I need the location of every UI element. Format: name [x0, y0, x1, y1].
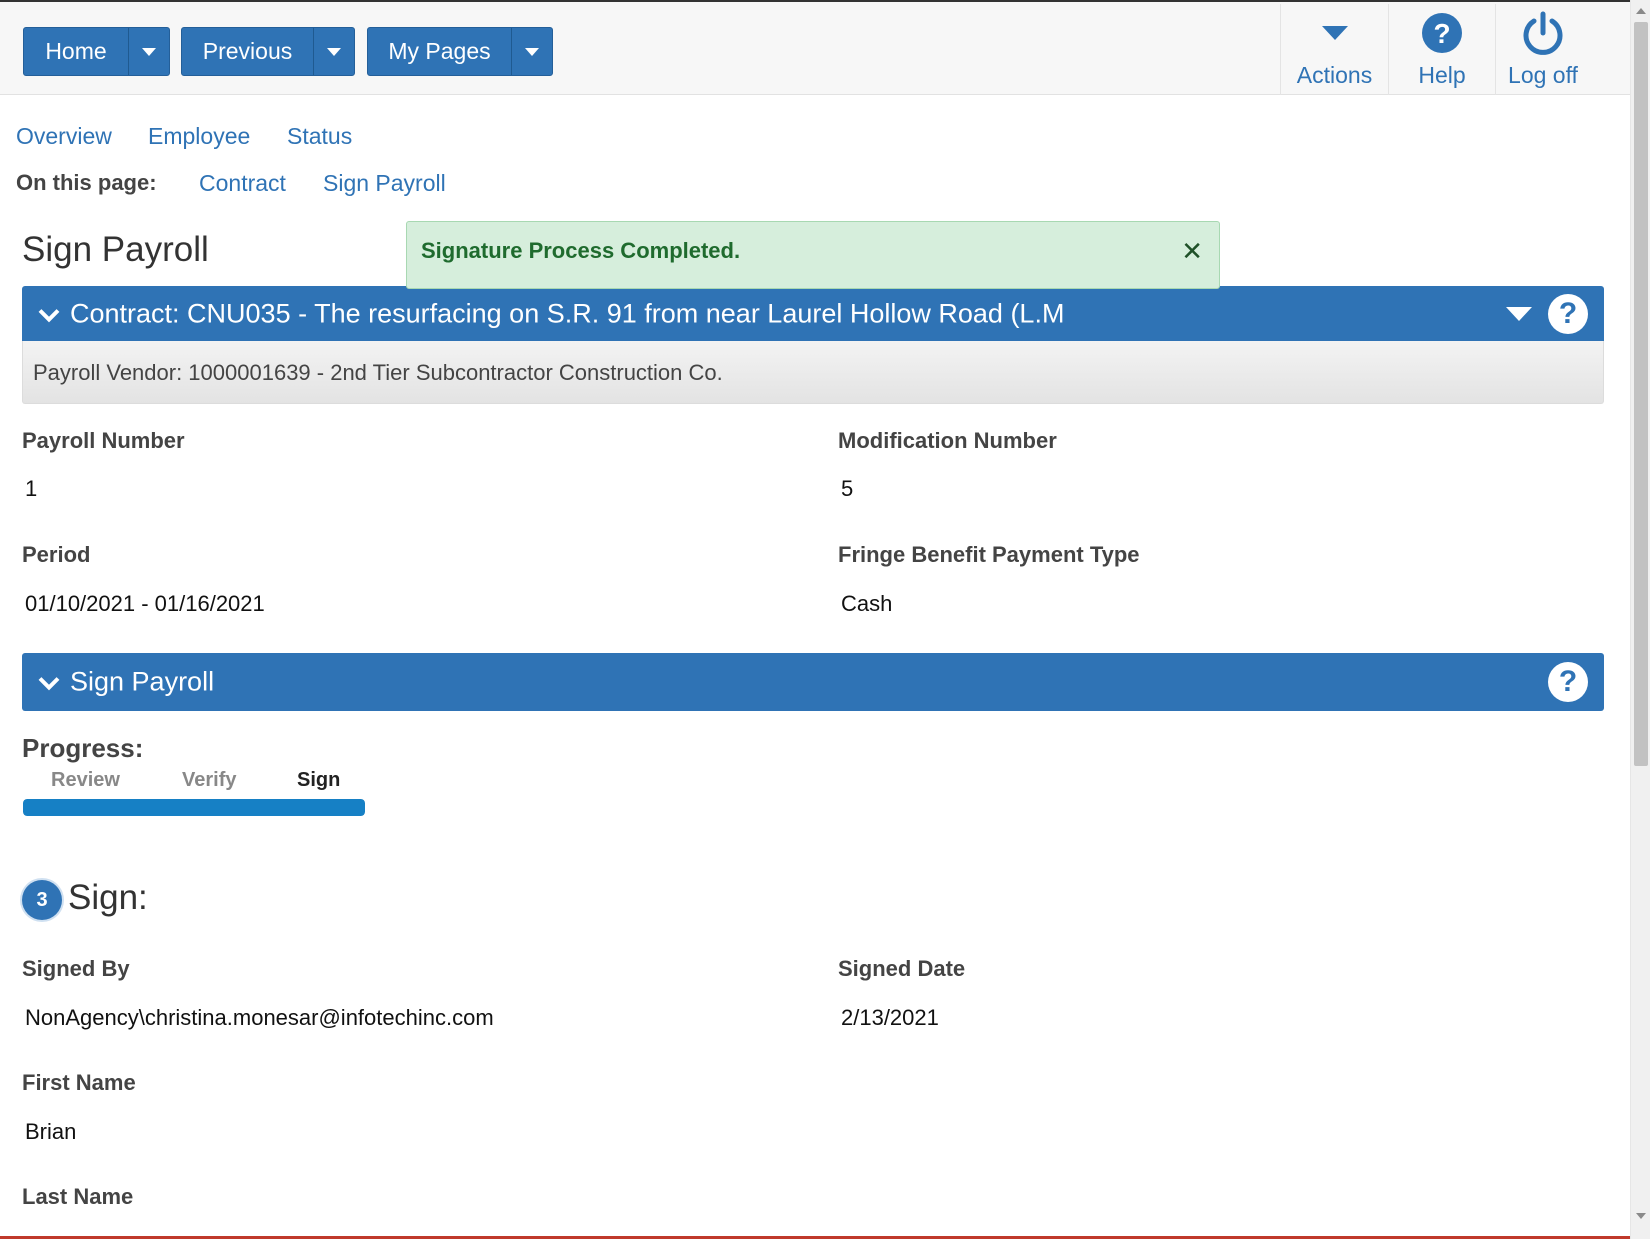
- progress-step-sign: Sign: [297, 769, 341, 791]
- logoff-label: Log off: [1508, 62, 1578, 88]
- step-number-badge: 3: [22, 880, 62, 920]
- scroll-up-icon[interactable]: [1636, 8, 1646, 14]
- close-icon[interactable]: ✕: [1181, 238, 1203, 264]
- caret-down-icon: [142, 47, 156, 56]
- contract-panel-header[interactable]: Contract: CNU035 - The resurfacing on S.…: [22, 286, 1604, 342]
- sign-payroll-panel-header[interactable]: Sign Payroll ?: [22, 653, 1604, 711]
- first-name-value: Brian: [25, 1119, 77, 1144]
- contract-panel-title: Contract: CNU035 - The resurfacing on S.…: [70, 298, 1065, 329]
- signed-by-label: Signed By: [22, 956, 130, 981]
- svg-text:?: ?: [1433, 18, 1450, 49]
- sign-payroll-anchor-link[interactable]: Sign Payroll: [323, 170, 446, 197]
- last-name-label: Last Name: [22, 1184, 134, 1209]
- help-circle-icon[interactable]: ?: [1548, 662, 1588, 702]
- period-label: Period: [22, 542, 91, 567]
- payroll-vendor-text: Payroll Vendor: 1000001639 - 2nd Tier Su…: [33, 360, 723, 385]
- progress-label: Progress:: [22, 733, 144, 763]
- actions-label: Actions: [1296, 62, 1373, 88]
- progress-step-review: Review: [51, 769, 120, 791]
- sign-payroll-panel-title: Sign Payroll: [70, 666, 215, 697]
- home-dropdown-toggle[interactable]: [128, 28, 169, 75]
- contract-anchor-link[interactable]: Contract: [199, 170, 286, 197]
- period-value: 01/10/2021 - 01/16/2021: [25, 591, 265, 616]
- chevron-down-icon: [38, 299, 60, 330]
- status-link[interactable]: Status: [287, 123, 352, 150]
- actions-menu-button[interactable]: Actions: [1280, 4, 1388, 95]
- progress-bar-fill: [23, 799, 365, 816]
- my-pages-split-button: My Pages: [367, 27, 553, 76]
- page-title: Sign Payroll: [22, 230, 209, 269]
- caret-down-icon: [1321, 8, 1349, 58]
- payroll-vendor-bar: Payroll Vendor: 1000001639 - 2nd Tier Su…: [22, 341, 1604, 404]
- alert-message: Signature Process Completed.: [421, 238, 741, 263]
- help-button[interactable]: ? Help: [1388, 4, 1495, 95]
- overview-link[interactable]: Overview: [16, 123, 112, 150]
- home-split-button: Home: [23, 27, 170, 76]
- help-circle-icon: ?: [1421, 8, 1463, 58]
- employee-link[interactable]: Employee: [148, 123, 250, 150]
- chevron-down-icon: [38, 667, 60, 698]
- progress-step-verify: Verify: [182, 769, 237, 791]
- previous-split-button: Previous: [181, 27, 355, 76]
- help-circle-icon[interactable]: ?: [1548, 294, 1588, 334]
- previous-button[interactable]: Previous: [182, 28, 313, 75]
- page-viewport: Home Previous My Pages Actions ? Help Lo…: [0, 0, 1650, 1239]
- fringe-benefit-value: Cash: [841, 591, 893, 616]
- top-toolbar: Home Previous My Pages Actions ? Help Lo…: [0, 0, 1630, 95]
- fringe-benefit-label: Fringe Benefit Payment Type: [838, 542, 1140, 567]
- modification-number-value: 5: [841, 476, 854, 501]
- scrollbar-thumb[interactable]: [1634, 22, 1648, 766]
- caret-down-icon: [525, 47, 539, 56]
- success-alert: Signature Process Completed. ✕: [406, 221, 1220, 289]
- modification-number-label: Modification Number: [838, 428, 1057, 453]
- help-label: Help: [1418, 62, 1466, 88]
- first-name-label: First Name: [22, 1070, 136, 1095]
- my-pages-dropdown-toggle[interactable]: [511, 28, 552, 75]
- sign-section-heading: Sign:: [68, 878, 148, 917]
- power-icon: [1522, 8, 1564, 58]
- payroll-number-value: 1: [25, 476, 38, 501]
- caret-down-icon: [327, 47, 341, 56]
- previous-dropdown-toggle[interactable]: [313, 28, 354, 75]
- home-button[interactable]: Home: [24, 28, 128, 75]
- my-pages-button[interactable]: My Pages: [368, 28, 511, 75]
- progress-bar: [23, 799, 365, 816]
- payroll-number-label: Payroll Number: [22, 428, 185, 453]
- vertical-scrollbar[interactable]: [1630, 0, 1650, 1239]
- scroll-down-icon[interactable]: [1636, 1213, 1646, 1219]
- signed-by-value: NonAgency\christina.monesar@infotechinc.…: [25, 1005, 494, 1030]
- caret-down-icon[interactable]: [1506, 307, 1532, 321]
- logoff-button[interactable]: Log off: [1495, 4, 1590, 95]
- signed-date-value: 2/13/2021: [841, 1005, 939, 1030]
- signed-date-label: Signed Date: [838, 956, 966, 981]
- on-this-page-label: On this page:: [16, 170, 157, 195]
